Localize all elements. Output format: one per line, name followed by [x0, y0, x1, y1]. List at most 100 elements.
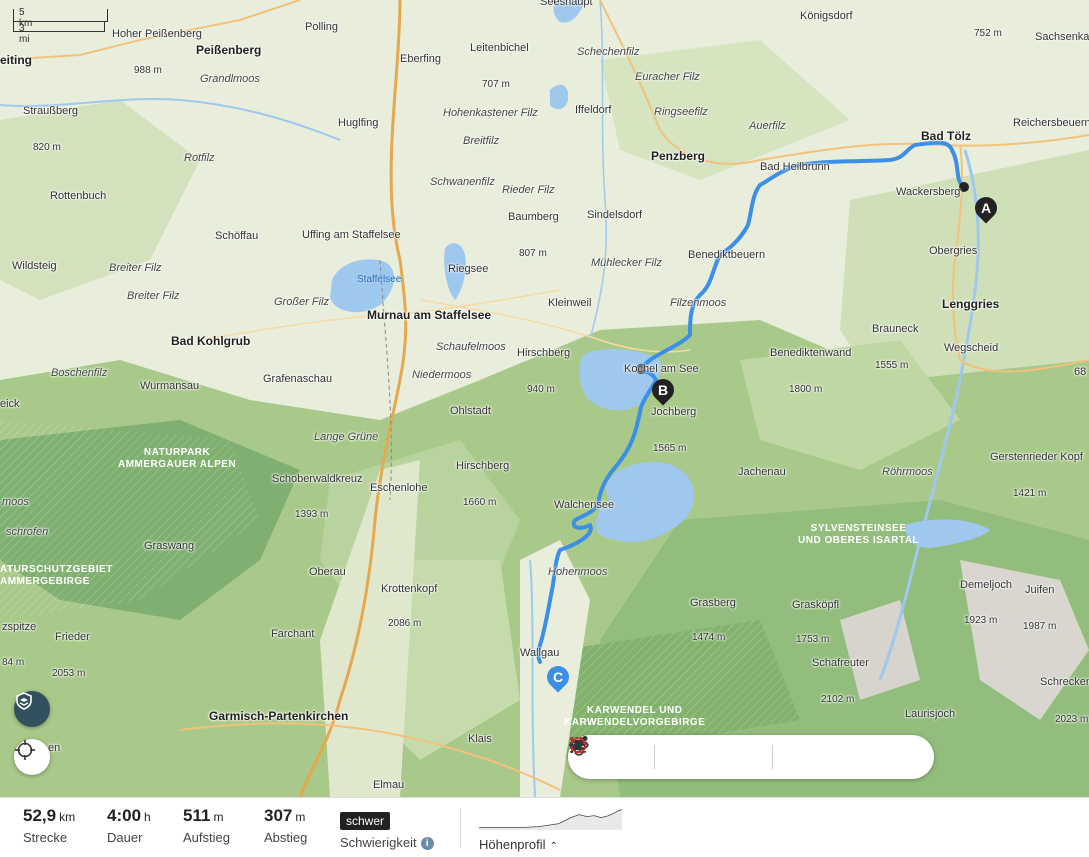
reverse-route-button[interactable]: [570, 738, 730, 773]
label-obergries: Obergries: [929, 245, 978, 257]
label-grosserfilz: Großer Filz: [274, 296, 329, 308]
stat-dauer: 4:00 h Dauer: [107, 806, 151, 845]
label-breitafilz: Breiter Filz: [127, 290, 180, 302]
reset-route-button[interactable]: [570, 737, 923, 773]
label-schrofen: schrofen: [6, 526, 49, 538]
label-benediktenwand: Benediktenwand: [770, 347, 852, 359]
schwierigkeit-label: Schwierigkeit: [340, 835, 417, 850]
karwendel-text: KARWENDEL UND KARWENDELVORGEBIRGE: [564, 705, 706, 728]
locate-me-button[interactable]: [14, 739, 50, 775]
route-planning-button[interactable]: [571, 736, 848, 773]
toggle-visibility-button[interactable]: [569, 739, 811, 773]
label-schreckenspitze: Schreckenspi: [1040, 676, 1089, 688]
label-moos: moos: [2, 496, 29, 508]
label-hirschberg: Hirschberg: [517, 347, 571, 359]
label-roehrmoos: Röhrmoos: [882, 466, 933, 478]
label-hirschberg2: Hirschberg: [456, 460, 510, 472]
label-badtoelz: Bad Tölz: [921, 129, 971, 143]
elevation-sparkline: [479, 809, 623, 830]
label-wildsteig: Wildsteig: [12, 260, 57, 272]
marker-a-label: A: [980, 200, 992, 216]
dauer-label: Dauer: [107, 830, 143, 845]
select-area-button[interactable]: [570, 737, 886, 773]
label-p1753: 1753 m: [796, 634, 830, 645]
dauer-value: 4:00: [107, 806, 142, 825]
label-auerfilz: Auerfilz: [749, 120, 786, 132]
label-p2053: 2053 m: [52, 668, 86, 679]
label-koenigsdorf: Königsdorf: [800, 10, 853, 22]
label-en: en: [48, 742, 61, 754]
label-lenggries: Lenggries: [942, 297, 1000, 311]
label-schafreuter: Schafreuter: [812, 657, 869, 669]
abstieg-value: 307: [264, 806, 293, 825]
label-ohlstadt: Ohlstadt: [450, 405, 491, 417]
label-p752: 752 m: [974, 28, 1002, 39]
dauer-unit: h: [144, 810, 151, 824]
difficulty-badge: schwer: [340, 812, 391, 830]
label-demeljoch: Demeljoch: [960, 579, 1012, 591]
label-schechenfilz: Schechenfilz: [577, 46, 640, 58]
label-p1555: 1555 m: [875, 360, 909, 371]
label-naturschutz: ATURSCHUTZGEBIET AMMERGEBIRGE: [0, 564, 113, 588]
label-jochberg: Jochberg: [651, 406, 697, 418]
redo-button[interactable]: [570, 738, 648, 773]
label-p1923: 1923 m: [964, 615, 998, 626]
elevation-profile-toggle[interactable]: Höhenprofil ⌃: [479, 808, 629, 852]
label-p707: 707 m: [482, 79, 510, 90]
stat-strecke: 52,9 km Strecke: [23, 806, 75, 845]
info-icon[interactable]: i: [420, 837, 434, 851]
label-riederfilz: Rieder Filz: [502, 184, 555, 196]
label-p2086: 2086 m: [388, 618, 422, 629]
label-breitfilz: Breitfilz: [463, 135, 500, 147]
label-peissenberg: Peißenberg: [196, 43, 262, 57]
label-riegsee: Riegsee: [448, 263, 489, 275]
label-rottenbuch: Rottenbuch: [50, 190, 107, 202]
label-niedermoos: Niedermoos: [412, 369, 472, 381]
jump-to-start-button[interactable]: [571, 739, 692, 773]
label-ringseefilz: Ringseefilz: [654, 106, 708, 118]
label-eschenlohe: Eschenlohe: [370, 482, 428, 494]
label-hugifing: Huglfing: [338, 117, 379, 129]
map-layers-button[interactable]: [14, 691, 50, 727]
naturschutz-text: ATURSCHUTZGEBIET AMMERGEBIRGE: [0, 564, 113, 587]
label-eick: eick: [0, 398, 20, 410]
label-leitenbichel: Leitenbichel: [470, 42, 529, 54]
map-terrain: [0, 0, 1089, 797]
chevron-up-icon: ⌃: [549, 841, 558, 852]
map-canvas[interactable]: 5 km 3 mi Seeshaupt Königsdorf Polling H…: [0, 0, 1089, 797]
label-p1987: 1987 m: [1023, 621, 1057, 632]
label-p1474: 1474 m: [692, 632, 726, 643]
abstieg-unit: m: [295, 810, 306, 824]
label-zspitze: zspitze: [2, 621, 37, 633]
label-graswang: Graswang: [144, 540, 195, 552]
label-p820: 820 m: [33, 142, 61, 153]
label-hohenkastener: Hohenkastener Filz: [443, 107, 538, 119]
label-iffeldorf: Iffeldorf: [575, 104, 612, 116]
label-p2023: 2023 m: [1055, 714, 1089, 725]
label-p68: 68: [1074, 366, 1087, 378]
marker-c-label: C: [552, 669, 564, 685]
stat-aufstieg: 511 m Aufstieg: [183, 806, 230, 845]
route-stats-bar: 52,9 km Strecke 4:00 h Dauer 511 m Aufstieg…: [0, 797, 1089, 857]
label-p1660: 1660 m: [463, 497, 497, 508]
label-breiterfilz: Breiter Filz: [109, 262, 162, 274]
aufstieg-unit: m: [213, 810, 224, 824]
aufstieg-label: Aufstieg: [183, 830, 230, 845]
return-to-start-button[interactable]: [570, 740, 767, 773]
label-muehlecker: Mühlecker Filz: [591, 257, 662, 269]
label-boschenfilz: Boschenfilz: [51, 367, 108, 379]
label-hohepeissenberg: Hoher Peißenberg: [112, 28, 202, 40]
label-graskoepfl: Grasköpfl: [792, 599, 840, 611]
label-p940: 940 m: [527, 384, 555, 395]
label-straussberg: Straußberg: [23, 105, 79, 117]
label-laurisjoch: Laurisjoch: [905, 708, 956, 720]
label-murnau: Murnau am Staffelsee: [367, 308, 492, 322]
label-gerstenrieder: Gerstenrieder Kopf: [990, 451, 1083, 463]
label-grandlmoos: Grandlmoos: [200, 73, 260, 85]
label-jachenau: Jachenau: [738, 466, 786, 478]
stat-abstieg: 307 m Abstieg: [264, 806, 307, 845]
label-karwendel: KARWENDEL UND KARWENDELVORGEBIRGE: [564, 705, 705, 729]
label-oberau: Oberau: [309, 566, 346, 578]
label-wallgau: Wallgau: [520, 647, 560, 659]
label-schaufelmoos: Schaufelmoos: [436, 341, 506, 353]
